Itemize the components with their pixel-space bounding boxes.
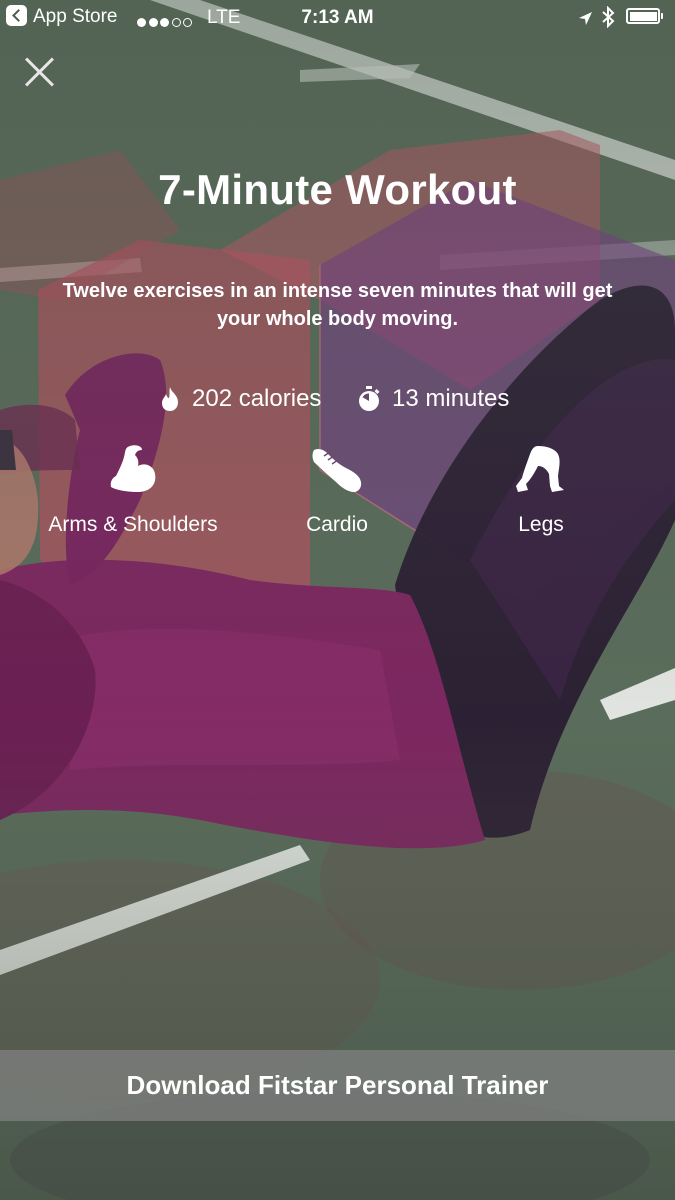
location-arrow-icon (578, 10, 593, 32)
page-title: 7-Minute Workout (158, 166, 517, 213)
download-button-label: Download Fitstar Personal Trainer (126, 1070, 549, 1100)
category-arms-shoulders: Arms & Shoulders (30, 442, 236, 537)
category-label: Legs (518, 513, 564, 536)
close-icon[interactable] (22, 55, 56, 89)
bluetooth-icon (602, 5, 615, 34)
category-label: Arms & Shoulders (48, 513, 218, 536)
workout-stats: 202 calories 13 minutes (0, 382, 675, 418)
category-label: Cardio (306, 513, 368, 536)
calories-value: 202 calories (192, 385, 322, 412)
workout-description: Twelve exercises in an intense seven min… (62, 280, 613, 330)
category-legs: Legs (491, 442, 591, 537)
flexed-arm-icon (110, 445, 156, 492)
lunge-legs-icon (516, 446, 564, 492)
flame-icon (162, 387, 178, 411)
status-time: 7:13 AM (301, 7, 374, 28)
status-bar: App Store LTE 7:13 AM (0, 0, 675, 34)
stopwatch-icon (359, 386, 380, 411)
running-shoe-icon (312, 448, 362, 492)
battery-icon (626, 8, 663, 24)
category-cardio: Cardio (287, 442, 387, 537)
duration-value: 13 minutes (392, 385, 510, 412)
download-fitstar-button[interactable]: Download Fitstar Personal Trainer (0, 1050, 675, 1121)
